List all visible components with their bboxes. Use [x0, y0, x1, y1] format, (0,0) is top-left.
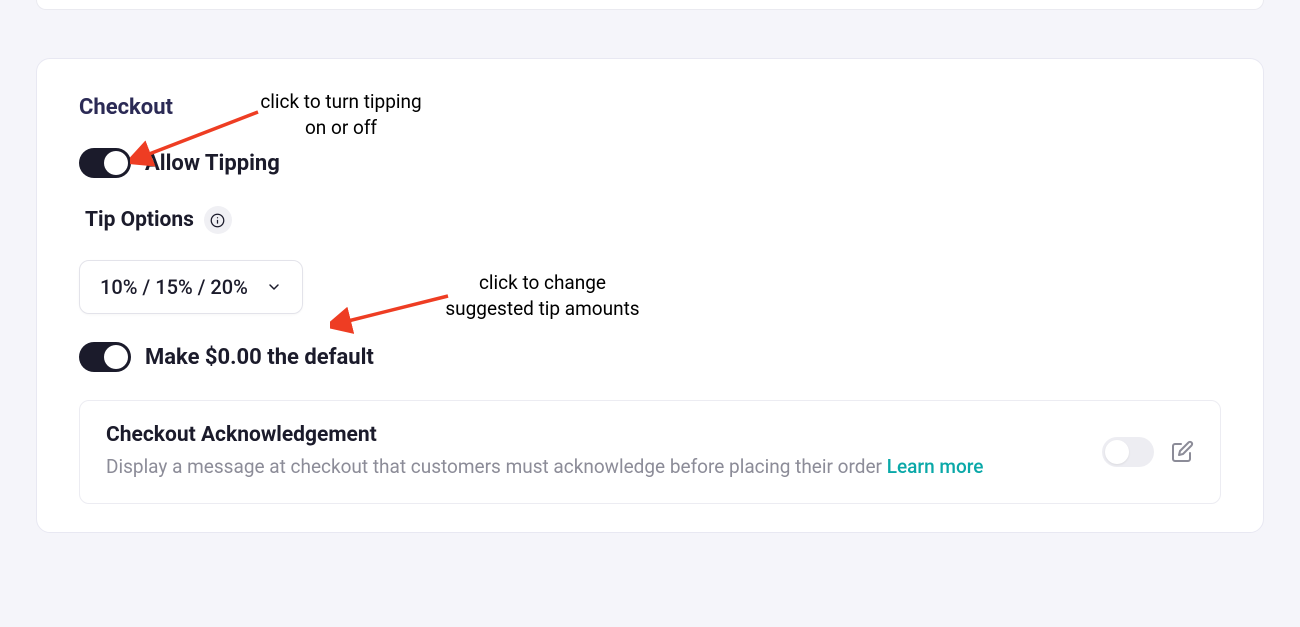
acknowledgement-box: Checkout Acknowledgement Display a messa…	[79, 400, 1221, 504]
acknowledgement-title: Checkout Acknowledgement	[106, 423, 1086, 447]
learn-more-link[interactable]: Learn more	[887, 455, 984, 478]
default-zero-label: Make $0.00 the default	[145, 345, 374, 370]
acknowledgement-controls	[1102, 437, 1194, 467]
tip-options-value: 10% / 15% / 20%	[100, 275, 248, 299]
chevron-down-icon	[266, 279, 282, 295]
allow-tipping-row: Allow Tipping	[79, 148, 1221, 178]
allow-tipping-toggle[interactable]	[79, 148, 131, 178]
acknowledgement-desc-text: Display a message at checkout that custo…	[106, 455, 887, 478]
default-zero-toggle[interactable]	[79, 342, 131, 372]
acknowledgement-text: Checkout Acknowledgement Display a messa…	[106, 423, 1086, 481]
annotation-dropdown-hint: click to change suggested tip amounts	[440, 270, 645, 321]
acknowledgement-toggle[interactable]	[1102, 437, 1154, 467]
default-zero-row: Make $0.00 the default	[79, 342, 1221, 372]
edit-icon[interactable]	[1170, 440, 1194, 464]
checkout-settings-card: Checkout Allow Tipping Tip Options 10% /…	[36, 58, 1264, 533]
tip-options-dropdown[interactable]: 10% / 15% / 20%	[79, 260, 303, 314]
tip-options-heading: Tip Options	[85, 206, 1221, 234]
acknowledgement-description: Display a message at checkout that custo…	[106, 453, 1086, 481]
previous-card-edge	[36, 0, 1264, 10]
info-icon[interactable]	[204, 206, 232, 234]
annotation-toggle-hint: click to turn tipping on or off	[256, 89, 426, 140]
section-title: Checkout	[79, 95, 1221, 120]
allow-tipping-label: Allow Tipping	[145, 151, 280, 176]
tip-options-label: Tip Options	[85, 208, 194, 232]
